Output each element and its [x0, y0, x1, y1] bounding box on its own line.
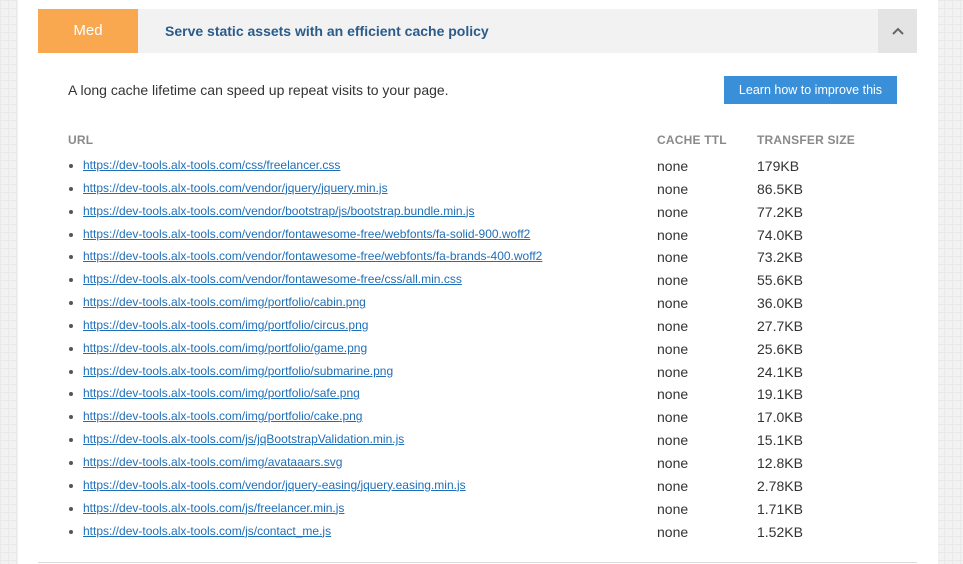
- chevron-up-icon: [891, 27, 904, 35]
- audit-title[interactable]: Serve static assets with an efficient ca…: [165, 9, 489, 53]
- transfer-size-value: 2.78KB: [757, 477, 803, 494]
- bullet-icon: [69, 186, 73, 191]
- asset-url-link[interactable]: https://dev-tools.alx-tools.com/img/port…: [83, 341, 367, 355]
- table-row: https://dev-tools.alx-tools.com/img/port…: [0, 292, 963, 315]
- asset-url-link[interactable]: https://dev-tools.alx-tools.com/vendor/b…: [83, 204, 475, 218]
- transfer-size-value: 73.2KB: [757, 249, 803, 266]
- cache-ttl-value: none: [657, 226, 689, 243]
- bullet-icon: [69, 460, 73, 465]
- asset-url-link[interactable]: https://dev-tools.alx-tools.com/vendor/f…: [83, 227, 530, 241]
- cache-ttl-value: none: [657, 203, 689, 220]
- table-row: https://dev-tools.alx-tools.com/vendor/f…: [0, 224, 963, 247]
- transfer-size-value: 1.52KB: [757, 523, 803, 540]
- cache-ttl-value: none: [657, 180, 689, 197]
- cache-ttl-value: none: [657, 249, 689, 266]
- transfer-size-value: 15.1KB: [757, 432, 803, 449]
- table-row: https://dev-tools.alx-tools.com/img/port…: [0, 315, 963, 338]
- bullet-icon: [69, 323, 73, 328]
- bullet-icon: [69, 346, 73, 351]
- asset-url-link[interactable]: https://dev-tools.alx-tools.com/img/port…: [83, 364, 393, 378]
- bullet-icon: [69, 209, 73, 214]
- asset-url-link[interactable]: https://dev-tools.alx-tools.com/js/freel…: [83, 501, 344, 515]
- cache-ttl-value: none: [657, 272, 689, 289]
- bullet-icon: [69, 278, 73, 283]
- transfer-size-value: 179KB: [757, 158, 800, 174]
- bullet-icon: [69, 415, 73, 420]
- transfer-size-value: 24.1KB: [757, 363, 803, 380]
- cache-ttl-value: none: [657, 409, 689, 426]
- table-row: https://dev-tools.alx-tools.com/img/port…: [0, 361, 963, 384]
- bullet-icon: [69, 232, 73, 237]
- transfer-size-value: 25.6KB: [757, 340, 803, 357]
- asset-url-link[interactable]: https://dev-tools.alx-tools.com/img/port…: [83, 409, 362, 423]
- cache-ttl-value: none: [657, 317, 689, 334]
- bullet-icon: [69, 301, 73, 306]
- asset-url-link[interactable]: https://dev-tools.alx-tools.com/js/jqBoo…: [83, 432, 404, 446]
- asset-url-link[interactable]: https://dev-tools.alx-tools.com/img/port…: [83, 295, 366, 309]
- table-row: https://dev-tools.alx-tools.com/vendor/j…: [0, 178, 963, 201]
- asset-table: https://dev-tools.alx-tools.com/css/free…: [0, 155, 963, 543]
- column-header-transfer-size: TRANSFER SIZE: [757, 133, 855, 147]
- asset-url-link[interactable]: https://dev-tools.alx-tools.com/css/free…: [83, 158, 340, 172]
- cache-ttl-value: none: [657, 477, 689, 494]
- cache-ttl-value: none: [657, 432, 689, 449]
- table-row: https://dev-tools.alx-tools.com/css/free…: [0, 155, 963, 178]
- bullet-icon: [69, 438, 73, 443]
- table-row: https://dev-tools.alx-tools.com/vendor/b…: [0, 201, 963, 224]
- asset-url-link[interactable]: https://dev-tools.alx-tools.com/vendor/j…: [83, 181, 388, 195]
- transfer-size-value: 27.7KB: [757, 317, 803, 334]
- transfer-size-value: 77.2KB: [757, 203, 803, 220]
- asset-url-link[interactable]: https://dev-tools.alx-tools.com/img/port…: [83, 386, 360, 400]
- table-row: https://dev-tools.alx-tools.com/img/port…: [0, 338, 963, 361]
- transfer-size-value: 17.0KB: [757, 409, 803, 426]
- asset-url-link[interactable]: https://dev-tools.alx-tools.com/vendor/f…: [83, 272, 462, 286]
- cache-ttl-value: none: [657, 363, 689, 380]
- transfer-size-value: 74.0KB: [757, 226, 803, 243]
- transfer-size-value: 19.1KB: [757, 386, 803, 403]
- table-row: https://dev-tools.alx-tools.com/js/conta…: [0, 521, 963, 544]
- table-row: https://dev-tools.alx-tools.com/img/port…: [0, 406, 963, 429]
- transfer-size-value: 55.6KB: [757, 272, 803, 289]
- table-row: https://dev-tools.alx-tools.com/vendor/f…: [0, 269, 963, 292]
- bullet-icon: [69, 392, 73, 397]
- asset-url-link[interactable]: https://dev-tools.alx-tools.com/img/port…: [83, 318, 368, 332]
- bullet-icon: [69, 506, 73, 511]
- learn-how-button[interactable]: Learn how to improve this: [724, 76, 897, 104]
- cache-ttl-value: none: [657, 454, 689, 471]
- collapse-button[interactable]: [878, 9, 917, 53]
- asset-url-link[interactable]: https://dev-tools.alx-tools.com/img/avat…: [83, 455, 342, 469]
- asset-url-link[interactable]: https://dev-tools.alx-tools.com/vendor/j…: [83, 478, 466, 492]
- severity-badge: Med: [38, 9, 138, 53]
- bullet-icon: [69, 255, 73, 260]
- audit-description: A long cache lifetime can speed up repea…: [68, 82, 449, 98]
- bullet-icon: [69, 369, 73, 374]
- cache-ttl-value: none: [657, 386, 689, 403]
- cache-ttl-value: none: [657, 340, 689, 357]
- table-row: https://dev-tools.alx-tools.com/js/jqBoo…: [0, 429, 963, 452]
- transfer-size-value: 1.71KB: [757, 500, 803, 517]
- divider: [38, 562, 917, 563]
- table-row: https://dev-tools.alx-tools.com/img/avat…: [0, 452, 963, 475]
- bullet-icon: [69, 483, 73, 488]
- cache-ttl-value: none: [657, 500, 689, 517]
- asset-url-link[interactable]: https://dev-tools.alx-tools.com/vendor/f…: [83, 249, 542, 263]
- cache-ttl-value: none: [657, 523, 689, 540]
- transfer-size-value: 12.8KB: [757, 454, 803, 471]
- transfer-size-value: 86.5KB: [757, 180, 803, 197]
- cache-ttl-value: none: [657, 295, 689, 312]
- table-row: https://dev-tools.alx-tools.com/js/freel…: [0, 498, 963, 521]
- bullet-icon: [69, 529, 73, 534]
- cache-ttl-value: none: [657, 158, 689, 174]
- transfer-size-value: 36.0KB: [757, 295, 803, 312]
- table-row: https://dev-tools.alx-tools.com/vendor/f…: [0, 246, 963, 269]
- column-header-url: URL: [68, 133, 94, 147]
- table-row: https://dev-tools.alx-tools.com/vendor/j…: [0, 475, 963, 498]
- asset-url-link[interactable]: https://dev-tools.alx-tools.com/js/conta…: [83, 524, 331, 538]
- bullet-icon: [69, 164, 73, 168]
- table-row: https://dev-tools.alx-tools.com/img/port…: [0, 383, 963, 406]
- column-header-cache-ttl: CACHE TTL: [657, 133, 727, 147]
